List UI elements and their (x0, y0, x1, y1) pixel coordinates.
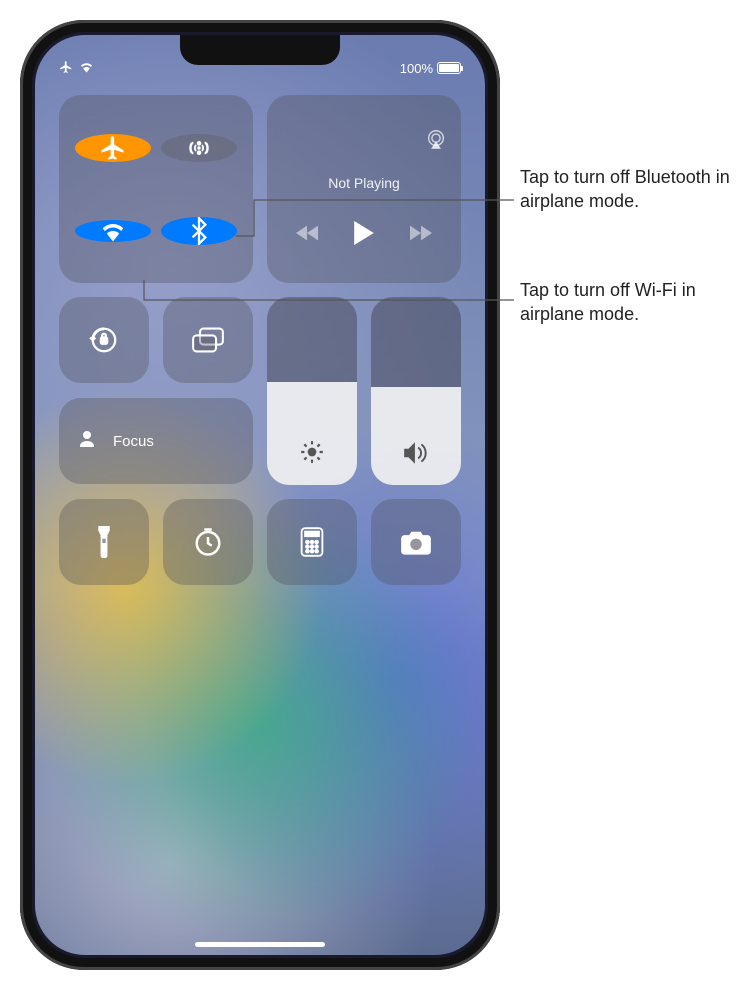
bluetooth-toggle[interactable] (161, 217, 237, 245)
screen-mirroring-button[interactable] (163, 297, 253, 383)
cellular-data-toggle[interactable] (161, 134, 237, 162)
camera-button[interactable] (371, 499, 461, 585)
phone-frame: 100% (20, 20, 500, 970)
focus-label: Focus (113, 433, 154, 450)
media-title: Not Playing (328, 175, 400, 191)
battery-icon (437, 62, 461, 74)
timer-button[interactable] (163, 499, 253, 585)
play-button[interactable] (354, 221, 374, 250)
status-left (59, 60, 94, 77)
battery-percent: 100% (400, 61, 433, 76)
wifi-toggle[interactable] (75, 220, 151, 242)
control-center: Not Playing (59, 95, 461, 585)
calculator-button[interactable] (267, 499, 357, 585)
airplane-status-icon (59, 60, 73, 77)
status-right: 100% (400, 61, 461, 76)
wifi-status-icon (79, 61, 94, 76)
volume-slider[interactable] (371, 297, 461, 485)
previous-track-button[interactable] (296, 225, 318, 246)
brightness-slider[interactable] (267, 297, 357, 485)
brightness-fill (267, 382, 357, 485)
callout-wifi: Tap to turn off Wi-Fi in airplane mode. (520, 278, 730, 327)
media-controls-tile[interactable]: Not Playing (267, 95, 461, 283)
volume-fill (371, 387, 461, 485)
home-indicator[interactable] (195, 942, 325, 947)
focus-button[interactable]: Focus (59, 398, 253, 484)
airplay-icon[interactable] (425, 128, 447, 155)
notch (180, 35, 340, 65)
callout-bluetooth: Tap to turn off Bluetooth in airplane mo… (520, 165, 730, 214)
orientation-lock-button[interactable] (59, 297, 149, 383)
airplane-mode-toggle[interactable] (75, 134, 151, 162)
connectivity-group[interactable] (59, 95, 253, 283)
focus-icon (77, 427, 101, 456)
screen: 100% (35, 35, 485, 955)
media-transport-controls (296, 221, 432, 250)
next-track-button[interactable] (410, 225, 432, 246)
flashlight-button[interactable] (59, 499, 149, 585)
